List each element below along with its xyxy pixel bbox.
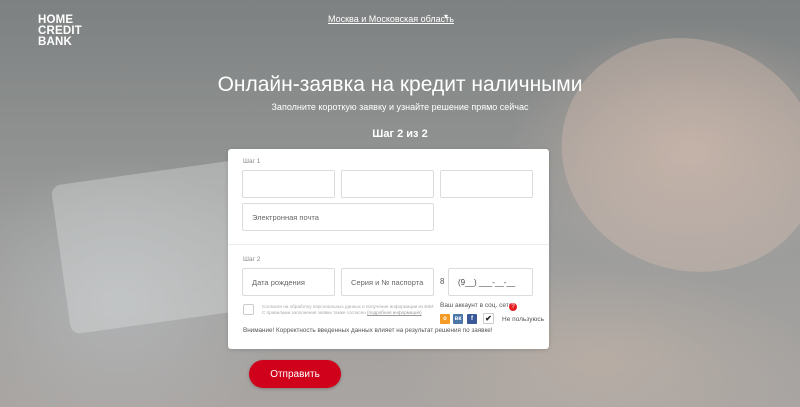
facebook-icon[interactable]: f [467,314,477,324]
vk-icon[interactable]: вк [453,314,463,324]
first-name-field[interactable] [341,170,434,198]
phone-field[interactable]: (9__) ___-__-__ [448,268,533,296]
consent-text: Согласен на обработку персональных данны… [262,304,437,316]
background-hand-shape [528,2,800,308]
step1-label: Шаг 1 [243,158,261,165]
step-indicator: Шаг 2 из 2 [372,128,428,140]
section-divider [228,244,549,245]
chevron-down-icon[interactable]: ▾ [444,12,448,21]
middle-name-field[interactable] [440,170,533,198]
warning-text: Внимание! Корректность введенных данных … [243,327,493,334]
help-icon[interactable]: ? [509,303,517,311]
no-social-checkbox[interactable]: ✔ [483,313,494,324]
consent-line-2: С правилами заполнения заявки также согл… [262,310,366,315]
last-name-field[interactable] [242,170,335,198]
birthdate-field[interactable]: Дата рождения [242,268,335,296]
region-selector[interactable]: Москва и Московская область [328,14,454,24]
odnoklassniki-icon[interactable]: о [440,314,450,324]
submit-button[interactable]: Отправить [249,360,341,388]
social-accounts-label: Ваш аккаунт в соц. сетях [440,302,516,309]
logo-line-3: BANK [38,36,73,48]
application-form: Шаг 1 Электронная почта Шаг 2 Дата рожде… [228,149,549,349]
step2-label: Шаг 2 [243,256,261,263]
consent-checkbox[interactable] [243,304,254,315]
email-field[interactable]: Электронная почта [242,203,434,231]
phone-prefix: 8 [440,277,445,286]
no-social-label: Не пользуюсь [502,316,544,323]
home-credit-bank-logo[interactable]: HOME CREDIT BANK [38,14,82,48]
page-subtitle: Заполните короткую заявку и узнайте реше… [271,102,529,112]
consent-line-1: Согласен на обработку персональных данны… [262,304,435,309]
passport-field[interactable]: Серия и № паспорта [341,268,434,296]
page-title: Онлайн-заявка на кредит наличными [217,73,583,96]
consent-details-link[interactable]: (подробная информация) [367,310,422,315]
